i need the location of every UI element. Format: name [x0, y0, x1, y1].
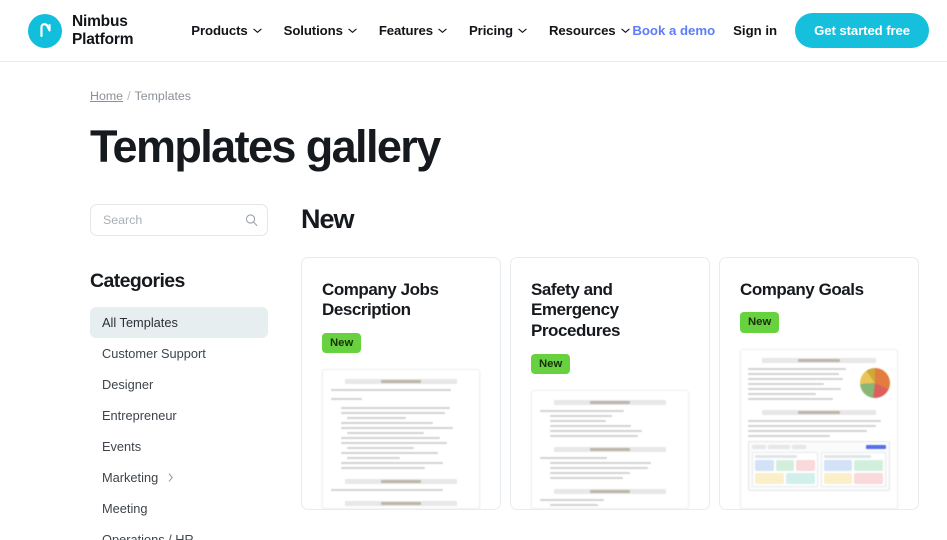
sidebar-item-operations-hr[interactable]: Operations / HR	[90, 524, 268, 540]
status-badge: New	[531, 353, 571, 374]
header-actions: Book a demo Sign in Get started free	[632, 13, 929, 48]
gallery-layout: Categories All Templates Customer Suppor…	[90, 203, 919, 540]
chevron-down-icon	[438, 28, 447, 33]
nav-item-label: Resources	[549, 23, 616, 38]
nav-item-products[interactable]: Products	[191, 23, 262, 38]
categories-title: Categories	[90, 269, 185, 292]
sidebar-item-designer[interactable]: Designer	[90, 369, 268, 400]
template-thumbnail	[322, 369, 480, 509]
sidebar-item-label: Operations / HR	[102, 531, 194, 540]
search-input[interactable]	[90, 203, 268, 236]
sidebar-item-label: Designer	[102, 376, 154, 392]
templates-content: New Company Jobs Description New Safety …	[301, 204, 919, 540]
sidebar-item-meeting[interactable]: Meeting	[90, 493, 268, 524]
template-thumbnail	[531, 390, 689, 509]
categories-list: All Templates Customer Support Designer …	[90, 306, 268, 540]
chevron-down-icon	[348, 28, 357, 33]
main-navigation: Products Solutions Features Pricing Reso	[191, 23, 630, 38]
template-thumbnail	[740, 348, 898, 509]
sidebar: Categories All Templates Customer Suppor…	[90, 203, 268, 540]
sidebar-item-label: All Templates	[102, 314, 178, 330]
sidebar-item-all-templates[interactable]: All Templates	[90, 306, 268, 338]
nav-item-pricing[interactable]: Pricing	[469, 23, 527, 38]
page-body: Home / Templates Templates gallery Categ…	[0, 89, 947, 540]
get-started-free-button[interactable]: Get started free	[795, 13, 929, 48]
nav-item-resources[interactable]: Resources	[549, 23, 630, 38]
chevron-down-icon	[252, 28, 262, 33]
template-card-grid: Company Jobs Description New Safety and …	[301, 256, 919, 510]
nav-item-features[interactable]: Features	[379, 23, 447, 38]
search-field-wrapper	[90, 203, 268, 236]
site-header: Nimbus Platform Products Solutions Featu…	[0, 0, 947, 62]
book-a-demo-link[interactable]: Book a demo	[632, 23, 715, 38]
breadcrumb-current: Templates	[134, 89, 191, 103]
sidebar-item-label: Customer Support	[102, 345, 206, 361]
chevron-right-icon	[168, 473, 173, 482]
sidebar-item-marketing[interactable]: Marketing	[90, 462, 268, 493]
nav-item-label: Products	[191, 23, 248, 38]
template-card[interactable]: Company Goals New	[719, 256, 919, 510]
breadcrumb-separator: /	[127, 89, 131, 103]
sign-in-link[interactable]: Sign in	[733, 23, 777, 38]
section-title-new: New	[301, 203, 355, 234]
nav-item-label: Solutions	[283, 23, 343, 38]
sidebar-item-events[interactable]: Events	[90, 431, 268, 462]
sidebar-item-entrepreneur[interactable]: Entrepreneur	[90, 400, 268, 431]
template-card[interactable]: Company Jobs Description New	[301, 256, 501, 510]
chevron-down-icon	[518, 28, 527, 33]
template-card-title: Company Jobs Description	[322, 279, 439, 320]
page-title: Templates gallery	[90, 121, 441, 172]
sidebar-item-customer-support[interactable]: Customer Support	[90, 338, 268, 369]
nav-item-solutions[interactable]: Solutions	[284, 23, 357, 38]
sidebar-item-label: Marketing	[102, 469, 159, 485]
nimbus-n-logo-icon	[28, 13, 62, 48]
pie-chart-preview	[860, 367, 890, 398]
sidebar-item-label: Entrepreneur	[102, 407, 177, 423]
brand-name: Nimbus Platform	[72, 13, 134, 48]
breadcrumb-home-link[interactable]: Home	[90, 89, 123, 103]
status-badge: New	[740, 312, 780, 333]
nav-item-label: Pricing	[468, 23, 513, 38]
status-badge: New	[322, 333, 362, 354]
template-card[interactable]: Safety and Emergency Procedures New	[510, 256, 710, 510]
sidebar-item-label: Events	[102, 438, 142, 454]
sidebar-item-label: Meeting	[102, 500, 148, 516]
nav-item-label: Features	[378, 23, 433, 38]
template-card-title: Company Goals	[740, 279, 864, 299]
chevron-down-icon	[620, 28, 630, 33]
breadcrumb: Home / Templates	[90, 89, 919, 103]
template-card-title: Safety and Emergency Procedures	[531, 279, 621, 341]
brand-logo-link[interactable]: Nimbus Platform	[28, 13, 133, 48]
